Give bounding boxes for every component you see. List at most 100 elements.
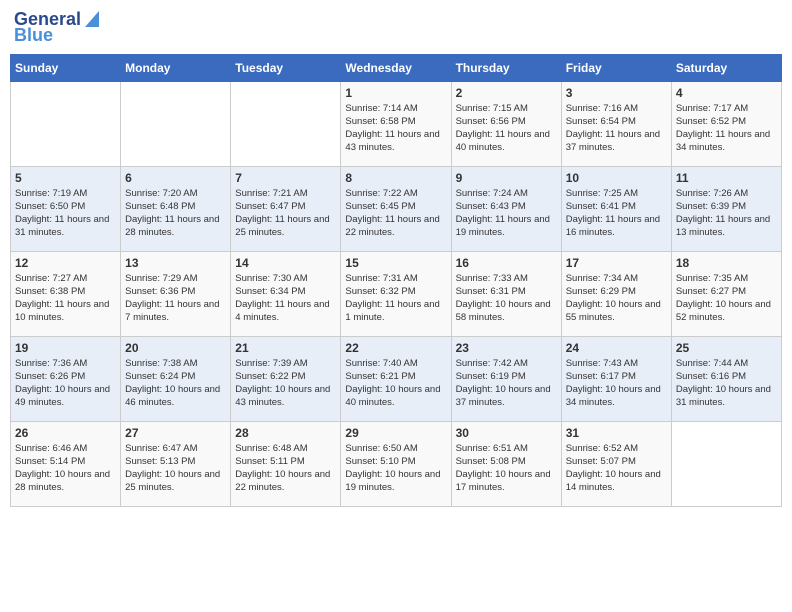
day-number: 6 [125, 171, 226, 185]
calendar-cell: 24 Sunrise: 7:43 AMSunset: 6:17 PMDaylig… [561, 336, 671, 421]
calendar-cell: 13 Sunrise: 7:29 AMSunset: 6:36 PMDaylig… [121, 251, 231, 336]
calendar-cell: 2 Sunrise: 7:15 AMSunset: 6:56 PMDayligh… [451, 81, 561, 166]
logo-triangle-icon [81, 11, 99, 29]
calendar-cell: 14 Sunrise: 7:30 AMSunset: 6:34 PMDaylig… [231, 251, 341, 336]
header-saturday: Saturday [671, 54, 781, 81]
day-number: 9 [456, 171, 557, 185]
calendar-week-row: 1 Sunrise: 7:14 AMSunset: 6:58 PMDayligh… [11, 81, 782, 166]
day-info: Sunrise: 7:39 AMSunset: 6:22 PMDaylight:… [235, 357, 336, 410]
calendar-cell: 31 Sunrise: 6:52 AMSunset: 5:07 PMDaylig… [561, 421, 671, 506]
day-number: 4 [676, 86, 777, 100]
day-info: Sunrise: 7:34 AMSunset: 6:29 PMDaylight:… [566, 272, 667, 325]
day-number: 5 [15, 171, 116, 185]
day-info: Sunrise: 7:22 AMSunset: 6:45 PMDaylight:… [345, 187, 446, 240]
day-info: Sunrise: 7:16 AMSunset: 6:54 PMDaylight:… [566, 102, 667, 155]
day-info: Sunrise: 7:29 AMSunset: 6:36 PMDaylight:… [125, 272, 226, 325]
calendar-cell: 17 Sunrise: 7:34 AMSunset: 6:29 PMDaylig… [561, 251, 671, 336]
day-number: 27 [125, 426, 226, 440]
calendar-cell: 29 Sunrise: 6:50 AMSunset: 5:10 PMDaylig… [341, 421, 451, 506]
calendar-cell: 5 Sunrise: 7:19 AMSunset: 6:50 PMDayligh… [11, 166, 121, 251]
day-info: Sunrise: 6:51 AMSunset: 5:08 PMDaylight:… [456, 442, 557, 495]
calendar-cell: 7 Sunrise: 7:21 AMSunset: 6:47 PMDayligh… [231, 166, 341, 251]
calendar-cell: 25 Sunrise: 7:44 AMSunset: 6:16 PMDaylig… [671, 336, 781, 421]
calendar-cell [671, 421, 781, 506]
day-number: 28 [235, 426, 336, 440]
day-number: 13 [125, 256, 226, 270]
day-info: Sunrise: 7:30 AMSunset: 6:34 PMDaylight:… [235, 272, 336, 325]
day-info: Sunrise: 6:48 AMSunset: 5:11 PMDaylight:… [235, 442, 336, 495]
day-number: 25 [676, 341, 777, 355]
day-info: Sunrise: 7:27 AMSunset: 6:38 PMDaylight:… [15, 272, 116, 325]
calendar-cell: 1 Sunrise: 7:14 AMSunset: 6:58 PMDayligh… [341, 81, 451, 166]
calendar-cell: 9 Sunrise: 7:24 AMSunset: 6:43 PMDayligh… [451, 166, 561, 251]
day-number: 17 [566, 256, 667, 270]
day-info: Sunrise: 7:26 AMSunset: 6:39 PMDaylight:… [676, 187, 777, 240]
header-friday: Friday [561, 54, 671, 81]
day-number: 21 [235, 341, 336, 355]
calendar-cell: 30 Sunrise: 6:51 AMSunset: 5:08 PMDaylig… [451, 421, 561, 506]
day-number: 12 [15, 256, 116, 270]
calendar-cell [231, 81, 341, 166]
calendar-header-row: SundayMondayTuesdayWednesdayThursdayFrid… [11, 54, 782, 81]
calendar-cell [11, 81, 121, 166]
calendar-cell: 22 Sunrise: 7:40 AMSunset: 6:21 PMDaylig… [341, 336, 451, 421]
day-info: Sunrise: 7:20 AMSunset: 6:48 PMDaylight:… [125, 187, 226, 240]
calendar-cell: 15 Sunrise: 7:31 AMSunset: 6:32 PMDaylig… [341, 251, 451, 336]
day-number: 24 [566, 341, 667, 355]
day-info: Sunrise: 7:43 AMSunset: 6:17 PMDaylight:… [566, 357, 667, 410]
day-number: 2 [456, 86, 557, 100]
page-header: General Blue [10, 10, 782, 46]
calendar-cell [121, 81, 231, 166]
calendar-cell: 11 Sunrise: 7:26 AMSunset: 6:39 PMDaylig… [671, 166, 781, 251]
day-info: Sunrise: 7:36 AMSunset: 6:26 PMDaylight:… [15, 357, 116, 410]
day-number: 10 [566, 171, 667, 185]
calendar-cell: 27 Sunrise: 6:47 AMSunset: 5:13 PMDaylig… [121, 421, 231, 506]
day-number: 11 [676, 171, 777, 185]
day-info: Sunrise: 7:40 AMSunset: 6:21 PMDaylight:… [345, 357, 446, 410]
calendar-week-row: 12 Sunrise: 7:27 AMSunset: 6:38 PMDaylig… [11, 251, 782, 336]
day-info: Sunrise: 7:44 AMSunset: 6:16 PMDaylight:… [676, 357, 777, 410]
calendar-cell: 20 Sunrise: 7:38 AMSunset: 6:24 PMDaylig… [121, 336, 231, 421]
logo-text-blue: Blue [14, 26, 53, 46]
logo: General Blue [14, 10, 99, 46]
day-info: Sunrise: 7:24 AMSunset: 6:43 PMDaylight:… [456, 187, 557, 240]
day-info: Sunrise: 7:17 AMSunset: 6:52 PMDaylight:… [676, 102, 777, 155]
calendar-cell: 12 Sunrise: 7:27 AMSunset: 6:38 PMDaylig… [11, 251, 121, 336]
calendar-cell: 21 Sunrise: 7:39 AMSunset: 6:22 PMDaylig… [231, 336, 341, 421]
day-number: 26 [15, 426, 116, 440]
day-info: Sunrise: 7:38 AMSunset: 6:24 PMDaylight:… [125, 357, 226, 410]
calendar-cell: 26 Sunrise: 6:46 AMSunset: 5:14 PMDaylig… [11, 421, 121, 506]
day-number: 1 [345, 86, 446, 100]
day-info: Sunrise: 7:25 AMSunset: 6:41 PMDaylight:… [566, 187, 667, 240]
day-number: 8 [345, 171, 446, 185]
calendar-week-row: 5 Sunrise: 7:19 AMSunset: 6:50 PMDayligh… [11, 166, 782, 251]
day-number: 31 [566, 426, 667, 440]
day-info: Sunrise: 7:33 AMSunset: 6:31 PMDaylight:… [456, 272, 557, 325]
day-number: 30 [456, 426, 557, 440]
calendar-cell: 10 Sunrise: 7:25 AMSunset: 6:41 PMDaylig… [561, 166, 671, 251]
header-wednesday: Wednesday [341, 54, 451, 81]
day-info: Sunrise: 7:19 AMSunset: 6:50 PMDaylight:… [15, 187, 116, 240]
day-number: 14 [235, 256, 336, 270]
day-info: Sunrise: 6:47 AMSunset: 5:13 PMDaylight:… [125, 442, 226, 495]
header-thursday: Thursday [451, 54, 561, 81]
calendar-cell: 28 Sunrise: 6:48 AMSunset: 5:11 PMDaylig… [231, 421, 341, 506]
day-info: Sunrise: 7:42 AMSunset: 6:19 PMDaylight:… [456, 357, 557, 410]
header-monday: Monday [121, 54, 231, 81]
calendar-cell: 8 Sunrise: 7:22 AMSunset: 6:45 PMDayligh… [341, 166, 451, 251]
day-info: Sunrise: 7:14 AMSunset: 6:58 PMDaylight:… [345, 102, 446, 155]
day-number: 19 [15, 341, 116, 355]
calendar-week-row: 26 Sunrise: 6:46 AMSunset: 5:14 PMDaylig… [11, 421, 782, 506]
day-info: Sunrise: 6:50 AMSunset: 5:10 PMDaylight:… [345, 442, 446, 495]
day-info: Sunrise: 6:46 AMSunset: 5:14 PMDaylight:… [15, 442, 116, 495]
day-number: 29 [345, 426, 446, 440]
day-info: Sunrise: 6:52 AMSunset: 5:07 PMDaylight:… [566, 442, 667, 495]
day-number: 15 [345, 256, 446, 270]
header-sunday: Sunday [11, 54, 121, 81]
calendar-table: SundayMondayTuesdayWednesdayThursdayFrid… [10, 54, 782, 507]
day-info: Sunrise: 7:21 AMSunset: 6:47 PMDaylight:… [235, 187, 336, 240]
day-number: 16 [456, 256, 557, 270]
calendar-cell: 3 Sunrise: 7:16 AMSunset: 6:54 PMDayligh… [561, 81, 671, 166]
calendar-cell: 4 Sunrise: 7:17 AMSunset: 6:52 PMDayligh… [671, 81, 781, 166]
day-info: Sunrise: 7:35 AMSunset: 6:27 PMDaylight:… [676, 272, 777, 325]
